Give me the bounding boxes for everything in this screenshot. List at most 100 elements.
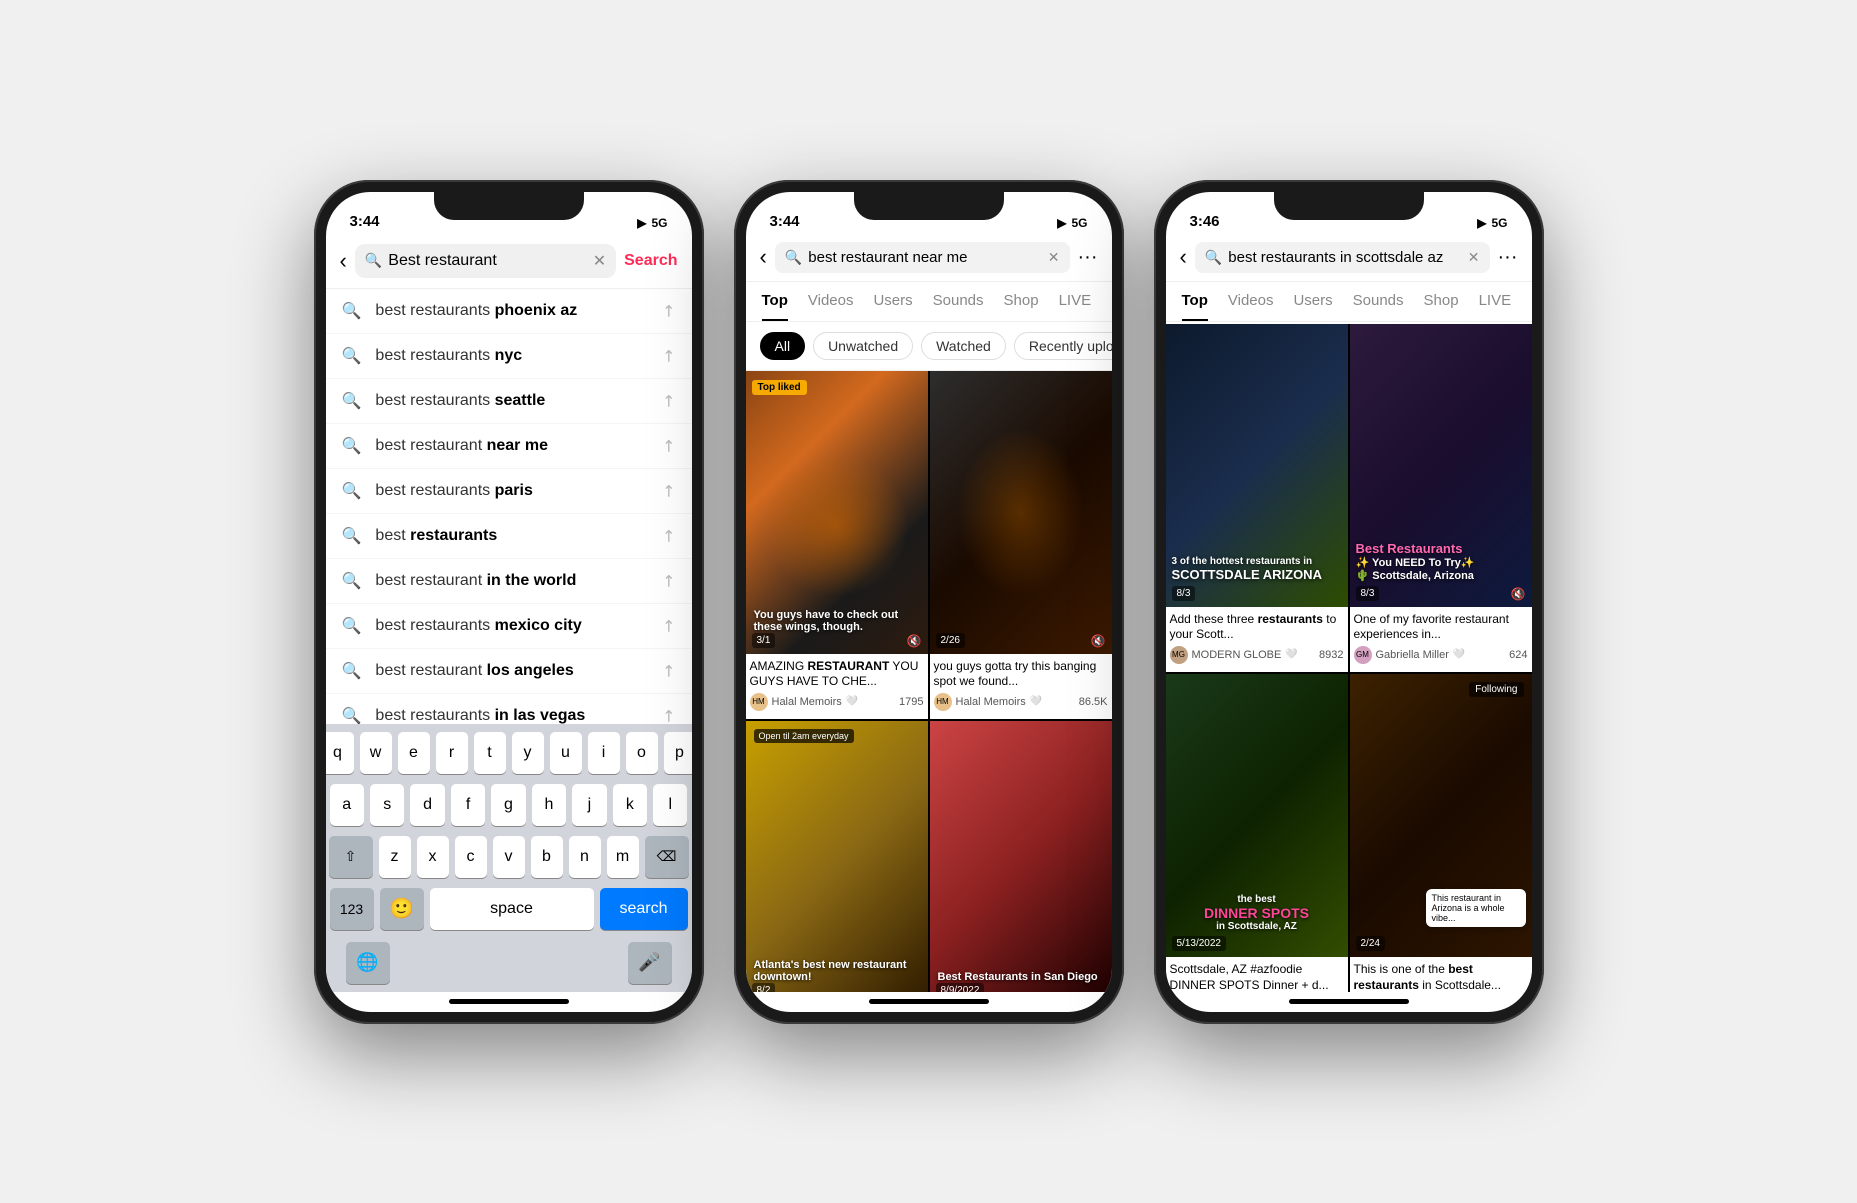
filter-all-2[interactable]: All <box>760 332 806 360</box>
tab-shop-3[interactable]: Shop <box>1424 282 1459 321</box>
emoji-key[interactable]: 🙂 <box>380 888 424 930</box>
list-item[interactable]: 🔍 best restaurant near me ↗ <box>326 424 692 469</box>
search-button-1[interactable]: Search <box>624 252 677 270</box>
signal-icon-3: 5G <box>1491 216 1507 230</box>
tab-sounds-3[interactable]: Sounds <box>1353 282 1404 321</box>
globe-key[interactable]: 🌐 <box>346 942 390 984</box>
video-thumb-2[interactable]: 2/26 🔇 <box>930 371 1112 654</box>
list-item[interactable]: 🔍 best restaurants seattle ↗ <box>326 379 692 424</box>
back-button-3[interactable]: ‹ <box>1180 244 1187 270</box>
shift-key[interactable]: ⇧ <box>329 836 373 878</box>
open-badge: Open til 2am everyday <box>754 729 854 743</box>
list-item[interactable]: 🔍 best restaurants ↗ <box>326 514 692 559</box>
video-thumb-4[interactable]: Best Restaurants in San Diego 8/9/2022 <box>930 721 1112 992</box>
tab-live-2[interactable]: LIVE <box>1059 282 1092 321</box>
clear-icon-3[interactable]: ✕ <box>1468 249 1480 266</box>
video-overlay-text-1: You guys have to check out these wings, … <box>752 609 922 633</box>
more-button-3[interactable]: ··· <box>1498 246 1518 269</box>
space-key[interactable]: space <box>430 888 594 930</box>
video-thumb-5[interactable]: 3 of the hottest restaurants inSCOTTSDAL… <box>1166 324 1348 607</box>
back-button-2[interactable]: ‹ <box>760 244 767 270</box>
video-info-1: AMAZING RESTAURANT YOU GUYS HAVE TO CHE.… <box>746 654 928 719</box>
list-item[interactable]: 🔍 best restaurants mexico city ↗ <box>326 604 692 649</box>
key-f[interactable]: f <box>451 784 485 826</box>
more-button-2[interactable]: ··· <box>1078 246 1098 269</box>
filter-watched-2[interactable]: Watched <box>921 332 1006 360</box>
author-avatar-2: HM <box>934 693 952 711</box>
num-key[interactable]: 123 <box>330 888 374 930</box>
tab-sounds-2[interactable]: Sounds <box>933 282 984 321</box>
search-query-1[interactable]: Best restaurant <box>388 252 586 270</box>
key-d[interactable]: d <box>410 784 444 826</box>
list-item[interactable]: 🔍 best restaurant los angeles ↗ <box>326 649 692 694</box>
phone-3: 3:46 ▶ 5G ‹ 🔍 best restaurants in scotts… <box>1154 180 1544 1024</box>
key-n[interactable]: n <box>569 836 601 878</box>
results-search-bar-3[interactable]: 🔍 best restaurants in scottsdale az ✕ <box>1195 242 1490 273</box>
key-p[interactable]: p <box>664 732 692 774</box>
video-info-2: you guys gotta try this banging spot we … <box>930 654 1112 719</box>
tab-videos-3[interactable]: Videos <box>1228 282 1274 321</box>
video-thumb-8[interactable]: Following This restaurant in Arizona is … <box>1350 674 1532 957</box>
arrow-icon: ↗ <box>657 659 681 683</box>
video-thumb-7[interactable]: the best DINNER SPOTS in Scottsdale, AZ … <box>1166 674 1348 957</box>
tab-videos-2[interactable]: Videos <box>808 282 854 321</box>
key-o[interactable]: o <box>626 732 658 774</box>
suggestion-text: best restaurants mexico city <box>375 617 648 635</box>
list-item[interactable]: 🔍 best restaurants paris ↗ <box>326 469 692 514</box>
key-g[interactable]: g <box>491 784 525 826</box>
key-u[interactable]: u <box>550 732 582 774</box>
key-m[interactable]: m <box>607 836 639 878</box>
key-h[interactable]: h <box>532 784 566 826</box>
list-item[interactable]: 🔍 best restaurants phoenix az ↗ <box>326 289 692 334</box>
video-counter-8: 2/24 <box>1356 936 1385 951</box>
video-thumb-3[interactable]: Open til 2am everyday Atlanta's best new… <box>746 721 928 992</box>
back-button-1[interactable]: ‹ <box>340 248 347 274</box>
results-search-bar-2[interactable]: 🔍 best restaurant near me ✕ <box>775 242 1070 273</box>
key-s[interactable]: s <box>370 784 404 826</box>
tab-top-2[interactable]: Top <box>762 282 788 321</box>
status-icons-3: ▶ 5G <box>1477 216 1507 230</box>
suggestion-text: best restaurants phoenix az <box>375 302 648 320</box>
delete-key[interactable]: ⌫ <box>645 836 689 878</box>
list-item[interactable]: 🔍 best restaurant in the world ↗ <box>326 559 692 604</box>
tab-users-3[interactable]: Users <box>1293 282 1332 321</box>
key-w[interactable]: w <box>360 732 392 774</box>
video-thumb-6[interactable]: Best Restaurants ✨ You NEED To Try✨ 🌵 Sc… <box>1350 324 1532 607</box>
tab-live-3[interactable]: LIVE <box>1479 282 1512 321</box>
list-item[interactable]: 🔍 best restaurants in las vegas ↗ <box>326 694 692 724</box>
key-k[interactable]: k <box>613 784 647 826</box>
search-bar-1[interactable]: 🔍 Best restaurant ✕ <box>355 244 616 278</box>
key-r[interactable]: r <box>436 732 468 774</box>
suggestion-text: best restaurants seattle <box>375 392 648 410</box>
notch-3 <box>1274 192 1424 220</box>
clear-icon-1[interactable]: ✕ <box>593 251 606 271</box>
tab-top-3[interactable]: Top <box>1182 282 1208 321</box>
tabs-row-3: Top Videos Users Sounds Shop LIVE Place <box>1166 282 1532 322</box>
key-j[interactable]: j <box>572 784 606 826</box>
key-a[interactable]: a <box>330 784 364 826</box>
key-q[interactable]: q <box>326 732 354 774</box>
tab-users-2[interactable]: Users <box>873 282 912 321</box>
key-l[interactable]: l <box>653 784 687 826</box>
clear-icon-2[interactable]: ✕ <box>1048 249 1060 266</box>
key-b[interactable]: b <box>531 836 563 878</box>
key-t[interactable]: t <box>474 732 506 774</box>
list-item[interactable]: 🔍 best restaurants nyc ↗ <box>326 334 692 379</box>
key-e[interactable]: e <box>398 732 430 774</box>
video-info-7: Scottsdale, AZ #azfoodie DINNER SPOTS Di… <box>1166 957 1348 992</box>
tab-shop-2[interactable]: Shop <box>1004 282 1039 321</box>
status-icons-1: ▶ 5G <box>637 216 667 230</box>
filter-unwatched-2[interactable]: Unwatched <box>813 332 913 360</box>
key-i[interactable]: i <box>588 732 620 774</box>
key-z[interactable]: z <box>379 836 411 878</box>
video-thumb-1[interactable]: Top liked You guys have to check out the… <box>746 371 928 654</box>
keyboard-search-button[interactable]: search <box>600 888 688 930</box>
key-y[interactable]: y <box>512 732 544 774</box>
filter-recent-2[interactable]: Recently uploaded <box>1014 332 1112 360</box>
suggestion-text: best restaurants <box>375 527 648 545</box>
key-v[interactable]: v <box>493 836 525 878</box>
key-x[interactable]: x <box>417 836 449 878</box>
mic-key[interactable]: 🎤 <box>628 942 672 984</box>
video-info-8: This is one of the best restaurants in S… <box>1350 957 1532 992</box>
key-c[interactable]: c <box>455 836 487 878</box>
